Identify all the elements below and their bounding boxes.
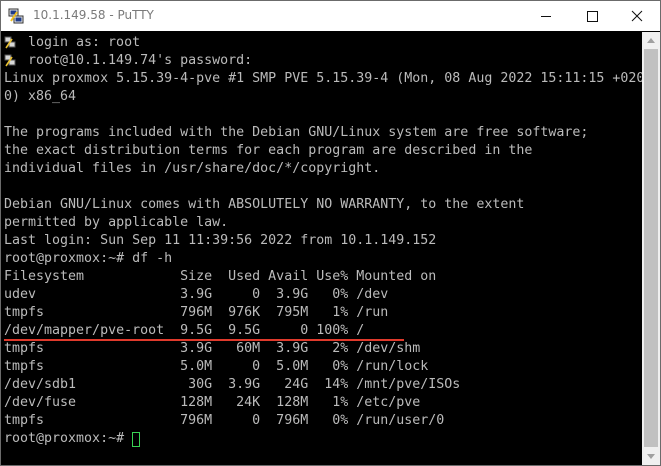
maximize-button[interactable] (569, 1, 615, 31)
terminal-line: Last login: Sun Sep 11 11:39:56 2022 fro… (4, 233, 437, 248)
scroll-up-icon[interactable] (642, 32, 660, 49)
scrollbar-thumb[interactable] (644, 49, 658, 447)
key-icon (4, 36, 16, 49)
terminal-line: Debian GNU/Linux comes with ABSOLUTELY N… (4, 197, 525, 212)
key-icon (4, 54, 16, 67)
text-cursor (132, 432, 140, 447)
terminal-line: root@proxmox:~# df -h (4, 251, 173, 266)
terminal-line: root@10.1.149.74's password: (28, 53, 253, 68)
terminal-line: udev 3.9G 0 3.9G 0% /dev (4, 287, 389, 302)
minimize-button[interactable] (523, 1, 569, 31)
terminal-line: Filesystem Size Used Avail Use% Mounted … (4, 269, 437, 284)
title-bar[interactable]: 10.1.149.58 - PuTTY (1, 1, 660, 31)
terminal-line: login as: root (28, 35, 141, 50)
terminal-line: tmpfs 796M 976K 795M 1% /run (4, 305, 389, 320)
close-button[interactable] (614, 1, 660, 31)
vertical-scrollbar[interactable] (642, 32, 660, 465)
terminal-line: 0) x86_64 (4, 89, 77, 104)
close-icon (631, 10, 643, 22)
terminal-line: /dev/sdb1 30G 3.9G 24G 14% /mnt/pve/ISOs (4, 377, 461, 392)
scroll-down-icon[interactable] (642, 448, 660, 465)
terminal-line: permitted by applicable law. (4, 215, 229, 230)
terminal-line: the exact distribution terms for each pr… (4, 143, 533, 158)
terminal-line: tmpfs 796M 0 796M 0% /run/user/0 (4, 413, 445, 428)
terminal-line: Linux proxmox 5.15.39-4-pve #1 SMP PVE 5… (4, 71, 642, 86)
terminal-screen[interactable]: login as: root root@10.1.149.74's passwor… (2, 32, 642, 465)
putty-icon (8, 8, 24, 24)
terminal-line: tmpfs 5.0M 0 5.0M 0% /run/lock (4, 359, 429, 374)
terminal-line: The programs included with the Debian GN… (4, 125, 589, 140)
terminal-line: individual files in /usr/share/doc/*/cop… (4, 161, 381, 176)
shell-prompt: root@proxmox:~# (4, 431, 133, 446)
terminal-line: tmpfs 3.9G 60M 3.9G 2% /dev/shm (4, 341, 421, 356)
terminal-line: /dev/mapper/pve-root 9.5G 9.5G 0 100% / (4, 323, 365, 338)
terminal-line: /dev/fuse 128M 24K 128M 1% /etc/pve (4, 395, 421, 410)
window-title: 10.1.149.58 - PuTTY (33, 8, 154, 22)
putty-window: 10.1.149.58 - PuTTY login as: root root@1… (0, 0, 661, 466)
